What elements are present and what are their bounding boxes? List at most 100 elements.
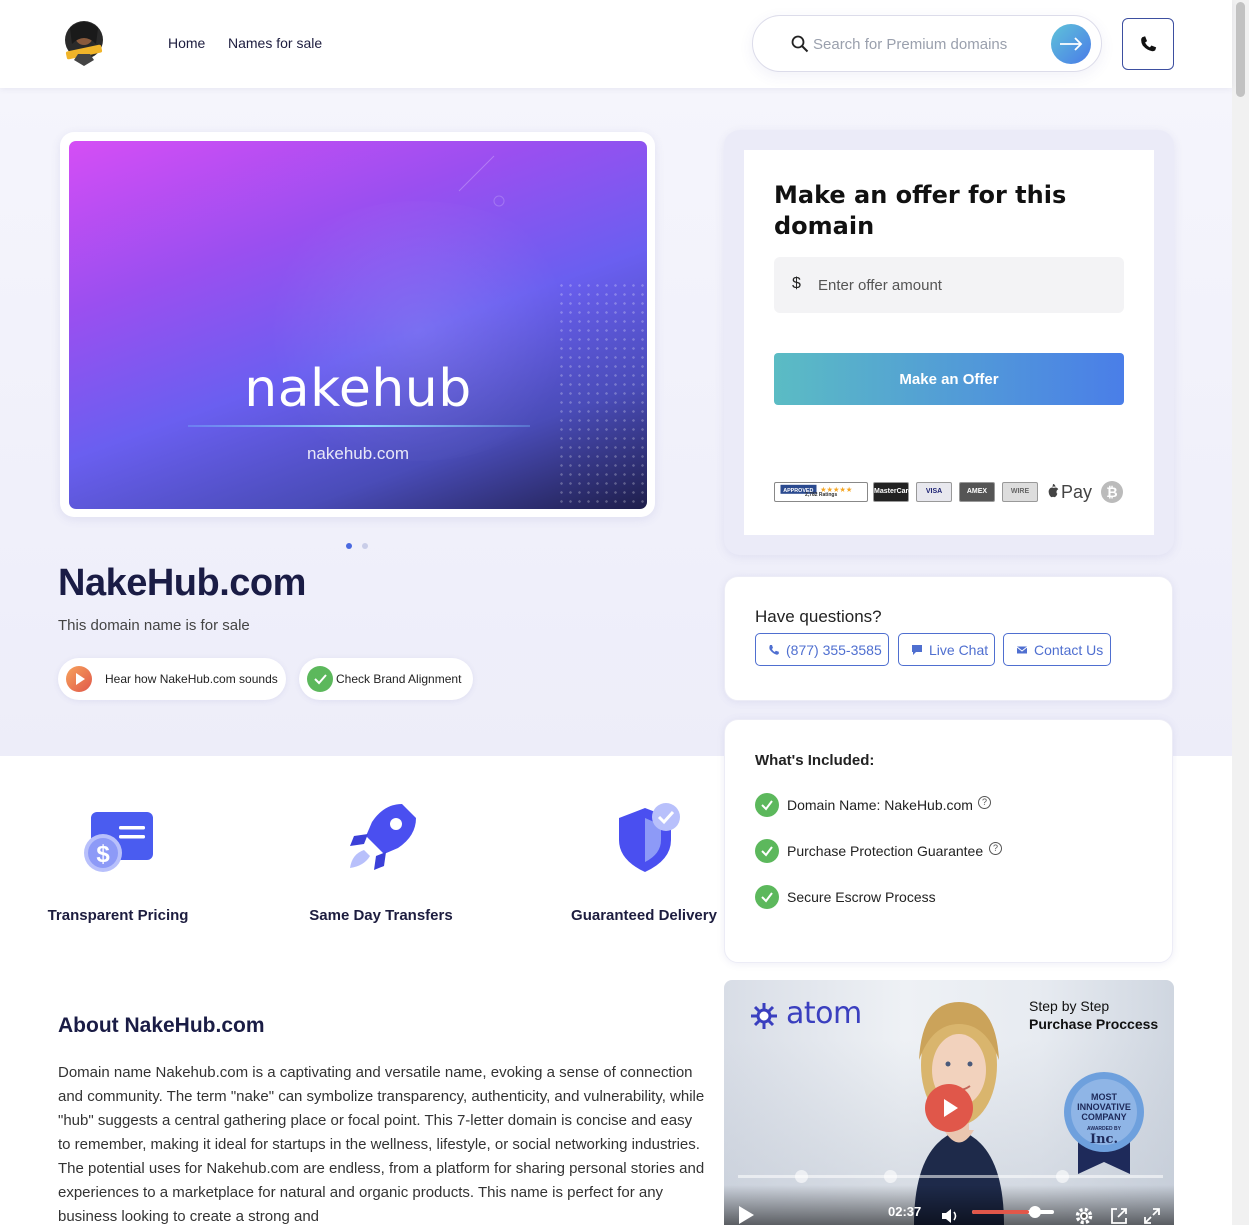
- nav-names-for-sale[interactable]: Names for sale: [228, 35, 322, 51]
- contact-us-button[interactable]: Contact Us: [1003, 633, 1111, 666]
- banner-domain-text: nakehub.com: [306, 444, 410, 463]
- carousel-dot-1[interactable]: [346, 543, 352, 549]
- mail-icon: [1016, 646, 1028, 654]
- included-item-label: Domain Name: NakeHub.com: [787, 797, 973, 813]
- page-scrollbar[interactable]: [1232, 0, 1249, 1225]
- video-caption-line-1: Step by Step: [1029, 998, 1110, 1014]
- pricing-icon: $: [84, 812, 153, 872]
- amex-icon: AMEX: [959, 482, 995, 502]
- questions-card: Have questions? (877) 355-3585 Live Chat…: [724, 576, 1173, 701]
- check-brand-alignment-button[interactable]: Check Brand Alignment: [299, 658, 473, 700]
- live-chat-button[interactable]: Live Chat: [898, 633, 995, 666]
- volume-icon[interactable]: [940, 1206, 960, 1225]
- offer-form: Make an offer for this domain $ Make an …: [744, 150, 1154, 535]
- chat-icon: [912, 645, 922, 655]
- phone-number-label: (877) 355-3585: [786, 642, 882, 658]
- about-heading: About NakeHub.com: [58, 1014, 265, 1037]
- video-caption-line-2: Purchase Proccess: [1029, 1016, 1159, 1032]
- chapter-marker[interactable]: [1056, 1170, 1069, 1183]
- search-submit-button[interactable]: [1051, 24, 1091, 64]
- chapter-marker[interactable]: [795, 1170, 808, 1183]
- phone-icon: [1141, 36, 1157, 52]
- arrow-right-icon: [1060, 37, 1083, 51]
- chapter-marker[interactable]: [884, 1170, 897, 1183]
- mastercard-icon: MasterCard: [873, 482, 913, 502]
- help-icon[interactable]: ?: [978, 796, 991, 809]
- apple-pay-label: Pay: [1061, 482, 1093, 502]
- check-icon: [755, 793, 779, 817]
- payment-methods: APPROVED ★★★★★ 2,782 Ratings MasterCard …: [774, 480, 1126, 504]
- domain-image-carousel[interactable]: nakehub nakehub.com: [60, 132, 655, 517]
- check-brand-alignment-label: Check Brand Alignment: [336, 672, 462, 686]
- live-chat-label: Live Chat: [929, 642, 989, 658]
- scrollbar-thumb[interactable]: [1236, 2, 1245, 97]
- banner-underline: [188, 425, 530, 427]
- site-header: Home Names for sale: [0, 0, 1232, 88]
- popout-icon[interactable]: [1109, 1206, 1129, 1225]
- checkmark-icon: [307, 666, 333, 692]
- atom-logo-icon: [751, 1003, 777, 1029]
- video-time: 02:37: [888, 1204, 922, 1219]
- award-line-3: COMPANY: [1081, 1112, 1127, 1122]
- purchase-process-video[interactable]: atom Step by Step Purchase Proccess MOST…: [724, 980, 1174, 1225]
- hear-pronunciation-button[interactable]: Hear how NakeHub.com sounds: [58, 658, 286, 700]
- search-icon: [791, 35, 809, 53]
- domain-title: NakeHub.com: [58, 562, 306, 604]
- check-icon: [755, 885, 779, 909]
- volume-knob[interactable]: [1029, 1206, 1041, 1218]
- feature-label: Same Day Transfers: [309, 907, 453, 924]
- visa-icon: VISA: [916, 482, 952, 502]
- play-icon: [66, 666, 92, 692]
- included-item-label: Secure Escrow Process: [787, 889, 936, 905]
- video-caption: Step by Step Purchase Proccess: [1029, 997, 1158, 1033]
- search-input[interactable]: [813, 33, 1033, 55]
- carousel-dot-2[interactable]: [362, 543, 368, 549]
- feature-label: Transparent Pricing: [47, 907, 189, 924]
- contact-us-label: Contact Us: [1034, 642, 1104, 658]
- award-badge-text: MOST INNOVATIVE COMPANY AWARDED BY Inc.: [1060, 1092, 1148, 1147]
- offer-amount-field[interactable]: $: [774, 257, 1124, 313]
- apple-pay-icon: Pay: [1044, 480, 1092, 504]
- rocket-icon: [350, 804, 416, 870]
- nav-home[interactable]: Home: [168, 35, 205, 51]
- settings-icon[interactable]: [1074, 1206, 1094, 1225]
- help-icon[interactable]: ?: [989, 842, 1002, 855]
- whats-included-title: What's Included:: [755, 752, 875, 769]
- offer-card: Make an offer for this domain $ Make an …: [724, 130, 1174, 555]
- bitcoin-icon: ₿: [1101, 481, 1123, 503]
- feature-label: Guaranteed Delivery: [571, 907, 717, 924]
- play-icon: [944, 1099, 958, 1117]
- banner-brand-word: nakehub: [244, 359, 472, 419]
- award-line-2: INNOVATIVE: [1077, 1102, 1131, 1112]
- check-icon: [755, 839, 779, 863]
- included-item-label: Purchase Protection Guarantee: [787, 843, 984, 859]
- volume-level: [972, 1210, 1029, 1214]
- svg-text:$: $: [96, 841, 110, 868]
- approved-ratings-badge: APPROVED ★★★★★ 2,782 Ratings: [774, 482, 868, 502]
- video-controls: [724, 1185, 1174, 1225]
- whats-included-card: What's Included: Domain Name: NakeHub.co…: [724, 719, 1173, 963]
- questions-title: Have questions?: [755, 607, 882, 626]
- wire-transfer-icon: WIRE: [1002, 482, 1038, 502]
- phone-number-button[interactable]: (877) 355-3585: [755, 633, 889, 666]
- domain-banner-image: nakehub nakehub.com: [69, 141, 647, 509]
- about-text: Domain name Nakehub.com is a captivating…: [58, 1064, 705, 1225]
- atom-logo-text: atom: [786, 996, 862, 1031]
- call-button[interactable]: [1122, 18, 1174, 70]
- fullscreen-icon[interactable]: [1142, 1206, 1162, 1225]
- inc-award-badge: MOST INNOVATIVE COMPANY AWARDED BY Inc.: [1060, 1068, 1148, 1176]
- chapter-scrubber[interactable]: [738, 1170, 1163, 1183]
- phone-icon: [769, 645, 779, 655]
- search-bar: [752, 15, 1102, 72]
- award-line-1: MOST: [1091, 1092, 1117, 1102]
- video-play-button[interactable]: [925, 1084, 973, 1132]
- make-offer-button[interactable]: Make an Offer: [774, 353, 1124, 405]
- site-logo[interactable]: [60, 18, 108, 68]
- award-brand: Inc.: [1090, 1132, 1118, 1147]
- offer-amount-input[interactable]: [818, 274, 1098, 296]
- rating-count: 2,782 Ratings: [805, 492, 838, 498]
- volume-slider[interactable]: [972, 1206, 1054, 1218]
- offer-title: Make an offer for this domain: [774, 181, 1067, 240]
- domain-subtitle: This domain name is for sale: [58, 617, 250, 634]
- play-control-icon[interactable]: [736, 1205, 756, 1225]
